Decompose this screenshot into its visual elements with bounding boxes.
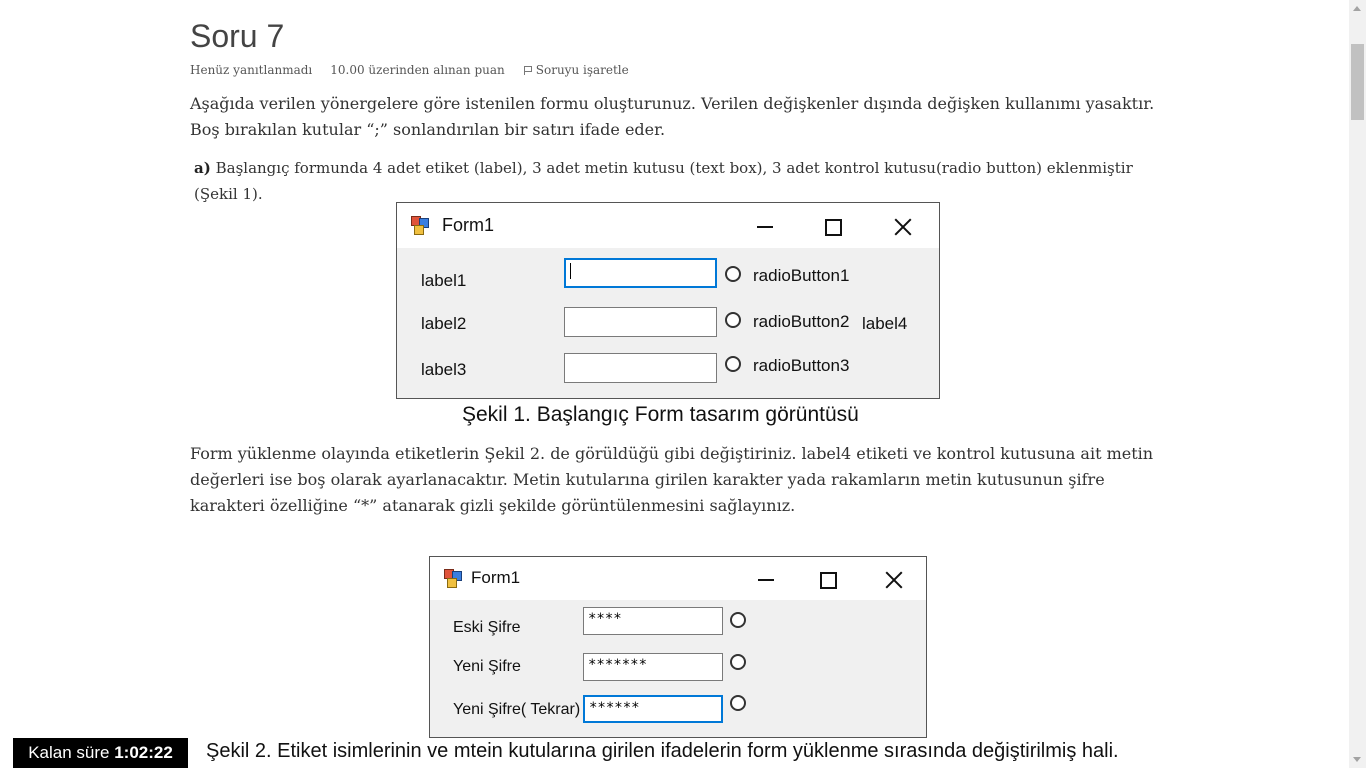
remaining-time-badge: Kalan süre 1:02:22 <box>13 738 188 768</box>
question-status: Henüz yanıtlanmadı <box>190 63 313 77</box>
maximize-icon <box>798 557 858 600</box>
fig2-old-password-box: **** <box>583 607 723 635</box>
fig1-label4: label4 <box>862 314 908 333</box>
question-title: Soru 7 <box>190 18 285 54</box>
form-app-icon <box>411 216 429 235</box>
fig1-label1: label1 <box>421 271 467 290</box>
figure2-caption: Şekil 2. Etiket isimlerinin ve mtein kut… <box>206 740 1119 762</box>
part-a-body: Başlangıç formunda 4 adet etiket (label)… <box>194 159 1133 203</box>
maximize-icon <box>803 203 863 248</box>
fig1-radio1-label: radioButton1 <box>753 266 850 285</box>
minimize-icon <box>735 203 795 248</box>
figure2-titlebar: Form1 <box>430 557 926 600</box>
fig1-label2: label2 <box>421 314 467 333</box>
fig2-radio1-circle <box>730 612 746 628</box>
remaining-time-value: 1:02:22 <box>114 743 173 762</box>
intro-text: Aşağıda verilen yönergelere göre istenil… <box>190 94 1155 139</box>
figure1-window-title: Form1 <box>442 215 495 235</box>
fig1-radio2-label: radioButton2 <box>753 312 850 331</box>
fig2-radio3-circle <box>730 695 746 711</box>
scroll-down-icon[interactable] <box>1353 757 1361 762</box>
fig2-radio2-circle <box>730 654 746 670</box>
figure1-titlebar: Form1 <box>397 203 939 248</box>
close-icon <box>873 203 933 248</box>
form-app-icon <box>444 569 462 588</box>
scroll-up-icon[interactable] <box>1353 6 1361 11</box>
figure1-caption: Şekil 1. Başlangıç Form tasarım görüntüs… <box>462 403 859 426</box>
fig2-repeat-password-box: ****** <box>583 695 723 723</box>
figure2-window-title: Form1 <box>471 568 521 587</box>
page-scrollbar[interactable] <box>1349 0 1366 768</box>
fig2-label-new-password-repeat: Yeni Şifre( Tekrar) <box>453 701 581 718</box>
flag-question-label: Soruyu işaretle <box>535 63 629 77</box>
fig1-textbox3 <box>564 353 717 383</box>
question-points: 10.00 üzerinden alınan puan <box>330 63 505 77</box>
figure2-form-window: Form1 Eski Şifre Yeni Şifre Yeni Şifre( … <box>429 556 927 738</box>
fig2-label-old-password: Eski Şifre <box>453 619 521 636</box>
fig1-textbox1 <box>564 258 717 288</box>
fig1-radio3-label: radioButton3 <box>753 356 850 375</box>
question-meta: Henüz yanıtlanmadı 10.00 üzerinden alına… <box>190 63 629 77</box>
flag-icon <box>523 65 532 75</box>
fig1-radio3-circle <box>725 356 741 372</box>
part-a-label: a) <box>194 159 211 177</box>
instructions-text: Form yüklenme olayında etiketlerin Şekil… <box>190 444 1154 515</box>
flag-question-link[interactable]: Soruyu işaretle <box>523 63 629 77</box>
remaining-time-label: Kalan süre <box>28 743 110 762</box>
minimize-icon <box>736 557 796 600</box>
figure1-form-window: Form1 label1 label2 label3 label4 radioB… <box>396 202 940 399</box>
part-a-text: a) Başlangıç formunda 4 adet etiket (lab… <box>194 155 1169 207</box>
fig1-label3: label3 <box>421 360 467 379</box>
fig1-radio1-circle <box>725 266 741 282</box>
fig2-new-password-box: ******* <box>583 653 723 681</box>
scrollbar-thumb[interactable] <box>1351 44 1364 120</box>
close-icon <box>864 557 924 600</box>
fig1-radio2-circle <box>725 312 741 328</box>
fig2-label-new-password: Yeni Şifre <box>453 658 521 675</box>
fig1-textbox2 <box>564 307 717 337</box>
